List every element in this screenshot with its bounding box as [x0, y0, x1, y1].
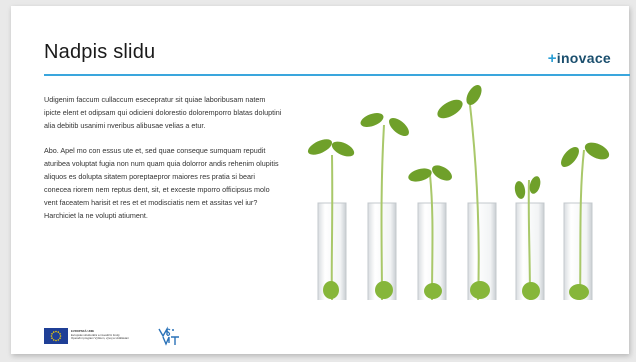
seedlings-photo: [298, 85, 626, 300]
eu-flag-icon: [44, 328, 68, 344]
paragraph-1: Udigenim faccum cullaccum eseceprat­ur s…: [44, 95, 282, 130]
title-divider: [44, 74, 630, 76]
brand-logo: +inovace: [548, 50, 611, 67]
body-text: Udigenim faccum cullaccum eseceprat­ur s…: [44, 93, 284, 234]
msmt-logo-icon: [157, 326, 183, 346]
brand-name: inovace: [556, 50, 611, 66]
brand-plus-icon: +: [547, 50, 557, 67]
test-tubes: [317, 202, 593, 300]
paragraph-2: Abo. Apel mo con essus ute et, sed quae …: [44, 146, 279, 220]
slide-title: Nadpis slidu: [44, 41, 156, 63]
slide: Nadpis slidu +inovace Udigenim faccum cu…: [11, 6, 630, 354]
seedlings-illustration: [307, 85, 610, 300]
footer-logos: EVROPSKÁ UNIE Evropské strukturální a in…: [44, 326, 244, 346]
seeds: [323, 281, 589, 300]
seedling-leaves: [307, 85, 610, 199]
